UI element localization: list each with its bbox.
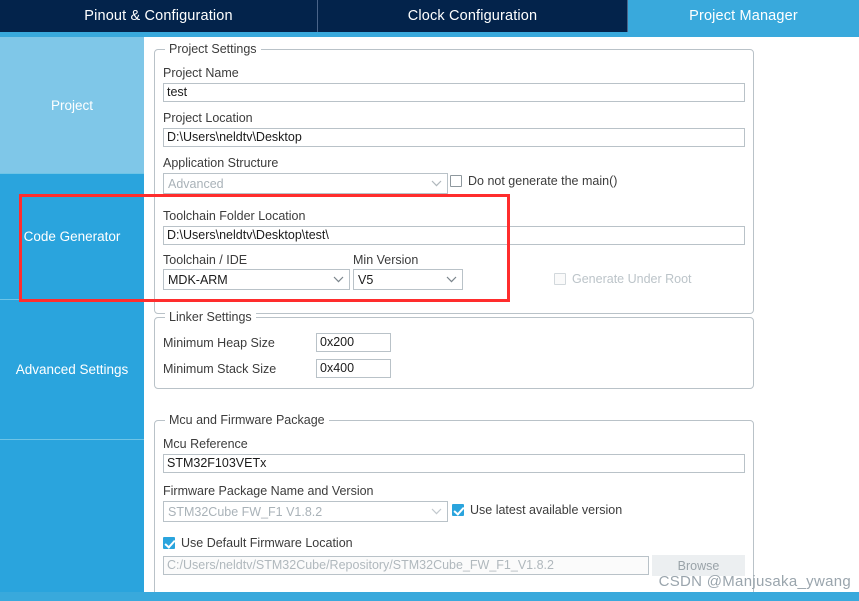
mcu-firmware-package-legend: Mcu and Firmware Package [165,413,329,427]
minimum-stack-size-label: Minimum Stack Size [163,362,277,376]
tab-clock-configuration-label: Clock Configuration [407,8,538,24]
minimum-heap-size-input[interactable]: 0x200 [316,333,391,352]
toolchain-folder-location-input[interactable]: D:\Users\neldtv\Desktop\test\ [163,226,745,245]
chevron-down-icon [425,502,447,521]
bottom-accent-bar [0,592,859,601]
main-tab-bar: Pinout & Configuration Clock Configurati… [0,0,859,32]
bottom-accent-bar-notch [144,592,859,595]
tab-pinout-configuration-label: Pinout & Configuration [84,8,233,24]
project-name-label: Project Name [163,66,239,80]
tab-project-manager-label: Project Manager [689,8,798,24]
checkbox-box-icon [452,504,464,516]
tab-project-manager[interactable]: Project Manager [628,0,859,32]
firmware-package-value: STM32Cube FW_F1 V1.8.2 [168,504,323,519]
project-manager-sidebar: Project Code Generator Advanced Settings [0,37,144,594]
mcu-reference-input[interactable]: STM32F103VETx [163,454,745,473]
sidebar-item-code-generator-label: Code Generator [23,229,121,244]
chevron-down-icon [440,270,462,289]
watermark-text: CSDN @Manjusaka_ywang [658,573,851,590]
sidebar-item-project[interactable]: Project [0,37,144,174]
chevron-down-icon [425,174,447,193]
toolchain-ide-value: MDK-ARM [168,272,228,287]
sidebar-item-empty[interactable] [0,440,144,594]
sidebar-item-advanced-settings-label: Advanced Settings [15,362,129,377]
toolchain-folder-location-label: Toolchain Folder Location [163,209,306,223]
toolchain-ide-label: Toolchain / IDE [163,253,248,267]
tab-clock-configuration[interactable]: Clock Configuration [318,0,628,32]
generate-under-root-label: Generate Under Root [572,272,692,286]
toolchain-ide-select[interactable]: MDK-ARM [163,269,350,290]
minimum-heap-size-label: Minimum Heap Size [163,336,275,350]
tab-pinout-configuration[interactable]: Pinout & Configuration [0,0,318,32]
use-latest-version-checkbox[interactable]: Use latest available version [452,503,622,517]
checkbox-box-icon [163,537,175,549]
checkbox-box-icon [554,273,566,285]
firmware-package-select[interactable]: STM32Cube FW_F1 V1.8.2 [163,501,448,522]
min-version-label: Min Version [353,253,419,267]
project-settings-legend: Project Settings [165,42,261,56]
use-default-firmware-location-label: Use Default Firmware Location [181,536,353,550]
project-location-label: Project Location [163,111,253,125]
project-name-input[interactable]: test [163,83,745,102]
project-settings-pane: Project Settings Project Name test Proje… [144,37,859,596]
do-not-generate-main-checkbox[interactable]: Do not generate the main() [450,174,617,188]
linker-settings-group: Linker Settings [154,310,754,389]
min-version-value: V5 [358,272,374,287]
use-latest-version-label: Use latest available version [470,503,623,517]
firmware-location-input[interactable]: C:/Users/neldtv/STM32Cube/Repository/STM… [163,556,649,575]
use-default-firmware-location-checkbox[interactable]: Use Default Firmware Location [163,536,353,550]
chevron-down-icon [327,270,349,289]
application-structure-value: Advanced [168,176,224,191]
sidebar-item-advanced-settings[interactable]: Advanced Settings [0,300,144,440]
sidebar-item-code-generator[interactable]: Code Generator [0,174,144,300]
generate-under-root-checkbox[interactable]: Generate Under Root [554,272,692,286]
stm32cubemx-window: Pinout & Configuration Clock Configurati… [0,0,859,601]
minimum-stack-size-input[interactable]: 0x400 [316,359,391,378]
mcu-reference-label: Mcu Reference [163,437,248,451]
project-location-input[interactable]: D:\Users\neldtv\Desktop [163,128,745,147]
application-structure-select[interactable]: Advanced [163,173,448,194]
checkbox-box-icon [450,175,462,187]
do-not-generate-main-label: Do not generate the main() [468,174,618,188]
min-version-select[interactable]: V5 [353,269,463,290]
firmware-package-label: Firmware Package Name and Version [163,484,374,498]
sidebar-item-project-label: Project [50,97,94,113]
application-structure-label: Application Structure [163,156,279,170]
linker-settings-legend: Linker Settings [165,310,256,324]
